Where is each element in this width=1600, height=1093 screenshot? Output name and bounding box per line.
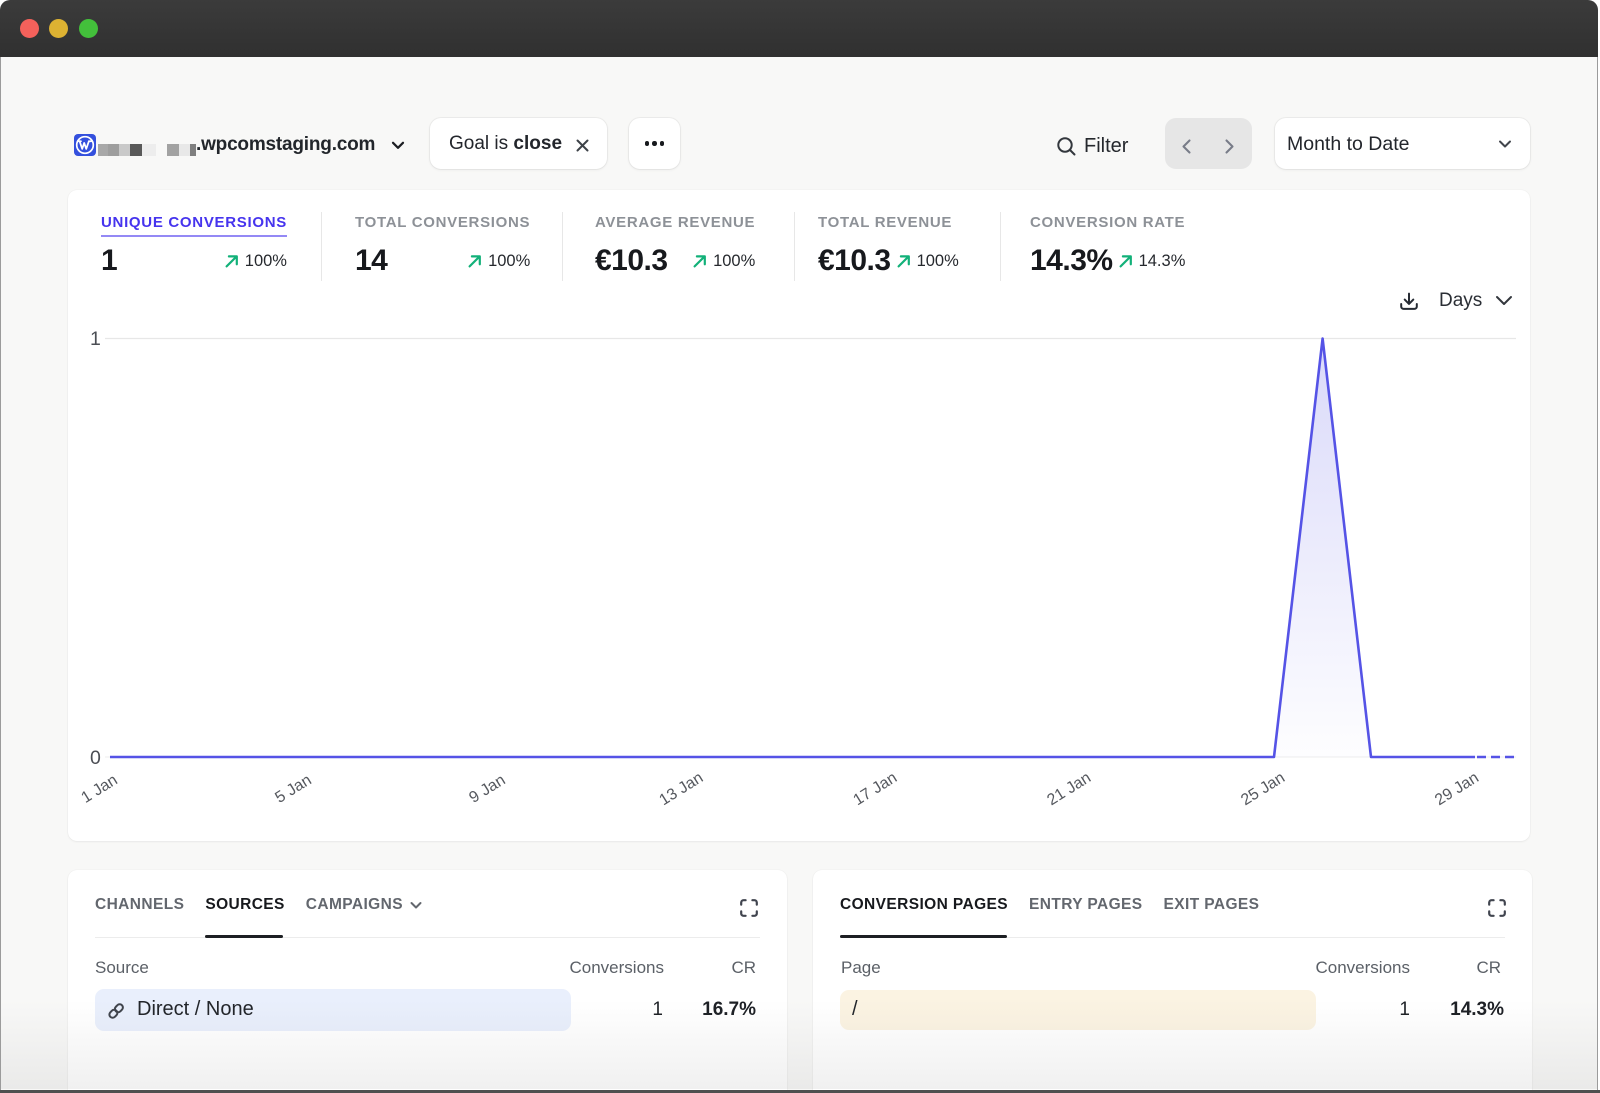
svg-text:9 Jan: 9 Jan xyxy=(466,772,508,807)
svg-text:25 Jan: 25 Jan xyxy=(1238,769,1288,809)
svg-text:13 Jan: 13 Jan xyxy=(657,769,707,809)
svg-text:21 Jan: 21 Jan xyxy=(1044,769,1094,809)
svg-text:0: 0 xyxy=(90,747,101,769)
svg-text:1 Jan: 1 Jan xyxy=(79,772,121,807)
svg-text:5 Jan: 5 Jan xyxy=(272,772,314,807)
svg-text:1: 1 xyxy=(90,328,101,350)
svg-text:29 Jan: 29 Jan xyxy=(1432,769,1482,809)
svg-text:17 Jan: 17 Jan xyxy=(850,769,900,809)
